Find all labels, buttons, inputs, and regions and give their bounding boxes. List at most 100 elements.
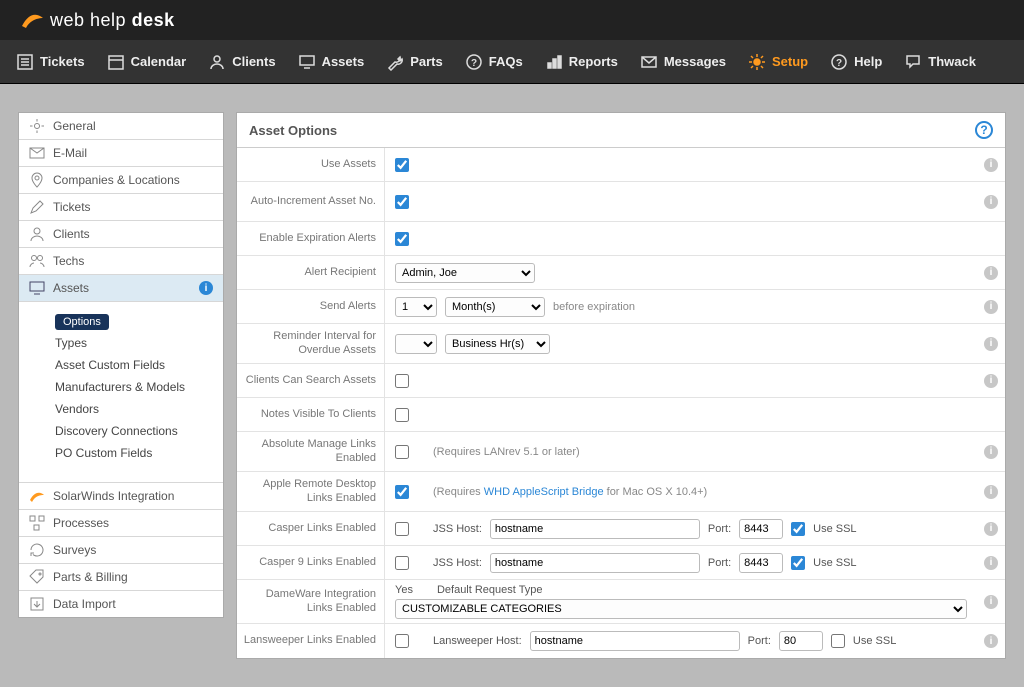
nav-help[interactable]: ?Help bbox=[830, 53, 882, 71]
nav-faqs[interactable]: ?FAQs bbox=[465, 53, 523, 71]
checkbox-casper9[interactable] bbox=[395, 556, 409, 570]
sidebar-item-tickets[interactable]: Tickets bbox=[19, 194, 223, 221]
info-icon[interactable]: i bbox=[984, 595, 998, 609]
subnav-discovery[interactable]: Discovery Connections bbox=[19, 420, 223, 442]
page-body: General E-Mail Companies & Locations Tic… bbox=[0, 84, 1024, 687]
label-use-ssl: Use SSL bbox=[813, 523, 856, 535]
envelope-icon bbox=[640, 53, 658, 71]
people-icon bbox=[29, 253, 45, 269]
subnav-vendors[interactable]: Vendors bbox=[19, 398, 223, 420]
sidebar-item-companies[interactable]: Companies & Locations bbox=[19, 167, 223, 194]
select-dameware-request-type[interactable]: CUSTOMIZABLE CATEGORIES bbox=[395, 599, 967, 619]
envelope-icon bbox=[29, 145, 45, 161]
nav-tickets[interactable]: Tickets bbox=[16, 53, 85, 71]
import-icon bbox=[29, 596, 45, 612]
list-icon bbox=[16, 53, 34, 71]
row-reminder-interval: Reminder Interval for Overdue Assets Bus… bbox=[237, 324, 1005, 364]
checkbox-notes-visible[interactable] bbox=[395, 408, 409, 422]
subnav-manufacturers[interactable]: Manufacturers & Models bbox=[19, 376, 223, 398]
nav-reports[interactable]: Reports bbox=[545, 53, 618, 71]
info-icon[interactable]: i bbox=[984, 522, 998, 536]
label-lansweeper-host: Lansweeper Host: bbox=[433, 635, 522, 647]
checkbox-lansweeper[interactable] bbox=[395, 634, 409, 648]
info-icon[interactable]: i bbox=[984, 556, 998, 570]
row-auto-increment: Auto-Increment Asset No. i bbox=[237, 182, 1005, 222]
checkbox-auto-increment[interactable] bbox=[395, 195, 409, 209]
sidebar-item-email[interactable]: E-Mail bbox=[19, 140, 223, 167]
sidebar-item-clients[interactable]: Clients bbox=[19, 221, 223, 248]
sidebar-item-general[interactable]: General bbox=[19, 113, 223, 140]
input-casper9-port[interactable] bbox=[739, 553, 783, 573]
checkbox-casper9-ssl[interactable] bbox=[791, 556, 805, 570]
monitor-icon bbox=[298, 53, 316, 71]
text-dameware-yes: Yes bbox=[395, 584, 413, 596]
sidebar-item-processes[interactable]: Processes bbox=[19, 510, 223, 537]
info-icon[interactable]: i bbox=[984, 374, 998, 388]
nav-assets[interactable]: Assets bbox=[298, 53, 365, 71]
info-icon[interactable]: i bbox=[984, 158, 998, 172]
sidebar-item-techs[interactable]: Techs bbox=[19, 248, 223, 275]
row-casper9: Casper 9 Links Enabled JSS Host: Port: U… bbox=[237, 546, 1005, 580]
pencil-icon bbox=[29, 199, 45, 215]
checkbox-ard[interactable] bbox=[395, 485, 409, 499]
row-send-alerts: Send Alerts 1 Month(s) before expiration… bbox=[237, 290, 1005, 324]
sidebar-item-data-import[interactable]: Data Import bbox=[19, 591, 223, 617]
info-icon[interactable]: i bbox=[984, 634, 998, 648]
info-icon[interactable]: i bbox=[984, 300, 998, 314]
subnav-options[interactable]: Options bbox=[19, 310, 223, 332]
info-icon[interactable]: i bbox=[199, 281, 213, 295]
svg-text:?: ? bbox=[471, 58, 477, 69]
input-casper9-host[interactable] bbox=[490, 553, 700, 573]
checkbox-enable-expiration[interactable] bbox=[395, 232, 409, 246]
input-casper-port[interactable] bbox=[739, 519, 783, 539]
logo-swoosh-icon bbox=[20, 8, 44, 32]
note-absolute-manage: (Requires LANrev 5.1 or later) bbox=[433, 446, 580, 458]
checkbox-absolute-manage[interactable] bbox=[395, 445, 409, 459]
nav-clients[interactable]: Clients bbox=[208, 53, 275, 71]
select-send-alerts-num[interactable]: 1 bbox=[395, 297, 437, 317]
input-lansweeper-port[interactable] bbox=[779, 631, 823, 651]
sidebar-item-surveys[interactable]: Surveys bbox=[19, 537, 223, 564]
sidebar-item-parts-billing[interactable]: Parts & Billing bbox=[19, 564, 223, 591]
row-enable-expiration: Enable Expiration Alerts bbox=[237, 222, 1005, 256]
input-lansweeper-host[interactable] bbox=[530, 631, 740, 651]
select-alert-recipient[interactable]: Admin, Joe bbox=[395, 263, 535, 283]
checkbox-clients-search[interactable] bbox=[395, 374, 409, 388]
input-casper-host[interactable] bbox=[490, 519, 700, 539]
subnav-po-custom-fields[interactable]: PO Custom Fields bbox=[19, 442, 223, 464]
link-applescript-bridge[interactable]: WHD AppleScript Bridge bbox=[484, 486, 604, 498]
nav-parts[interactable]: Parts bbox=[386, 53, 443, 71]
info-icon[interactable]: i bbox=[984, 445, 998, 459]
gear-icon bbox=[748, 53, 766, 71]
label-send-alerts: Send Alerts bbox=[237, 290, 385, 323]
select-send-alerts-unit[interactable]: Month(s) bbox=[445, 297, 545, 317]
checkbox-casper[interactable] bbox=[395, 522, 409, 536]
brand-name: web help desk bbox=[50, 10, 175, 31]
nav-messages[interactable]: Messages bbox=[640, 53, 726, 71]
info-icon[interactable]: i bbox=[984, 485, 998, 499]
subnav-types[interactable]: Types bbox=[19, 332, 223, 354]
label-lansweeper: Lansweeper Links Enabled bbox=[237, 624, 385, 658]
checkbox-lansweeper-ssl[interactable] bbox=[831, 634, 845, 648]
panel-help-icon[interactable]: ? bbox=[975, 121, 993, 139]
sidebar-item-assets[interactable]: Assetsi bbox=[19, 275, 223, 302]
info-icon[interactable]: i bbox=[984, 337, 998, 351]
nav-setup[interactable]: Setup bbox=[748, 53, 808, 71]
label-ard: Apple Remote Desktop Links Enabled bbox=[237, 472, 385, 511]
checkbox-use-assets[interactable] bbox=[395, 158, 409, 172]
select-reminder-num[interactable] bbox=[395, 334, 437, 354]
tag-icon bbox=[29, 569, 45, 585]
row-notes-visible: Notes Visible To Clients bbox=[237, 398, 1005, 432]
nav-thwack[interactable]: Thwack bbox=[904, 53, 976, 71]
sidebar-item-solarwinds[interactable]: SolarWinds Integration bbox=[19, 483, 223, 510]
subnav-asset-custom-fields[interactable]: Asset Custom Fields bbox=[19, 354, 223, 376]
select-reminder-unit[interactable]: Business Hr(s) bbox=[445, 334, 550, 354]
checkbox-casper-ssl[interactable] bbox=[791, 522, 805, 536]
info-icon[interactable]: i bbox=[984, 195, 998, 209]
nav-calendar[interactable]: Calendar bbox=[107, 53, 187, 71]
label-clients-search: Clients Can Search Assets bbox=[237, 364, 385, 397]
label-casper: Casper Links Enabled bbox=[237, 512, 385, 545]
info-icon[interactable]: i bbox=[984, 266, 998, 280]
label-absolute-manage: Absolute Manage Links Enabled bbox=[237, 432, 385, 471]
label-port: Port: bbox=[708, 523, 731, 535]
